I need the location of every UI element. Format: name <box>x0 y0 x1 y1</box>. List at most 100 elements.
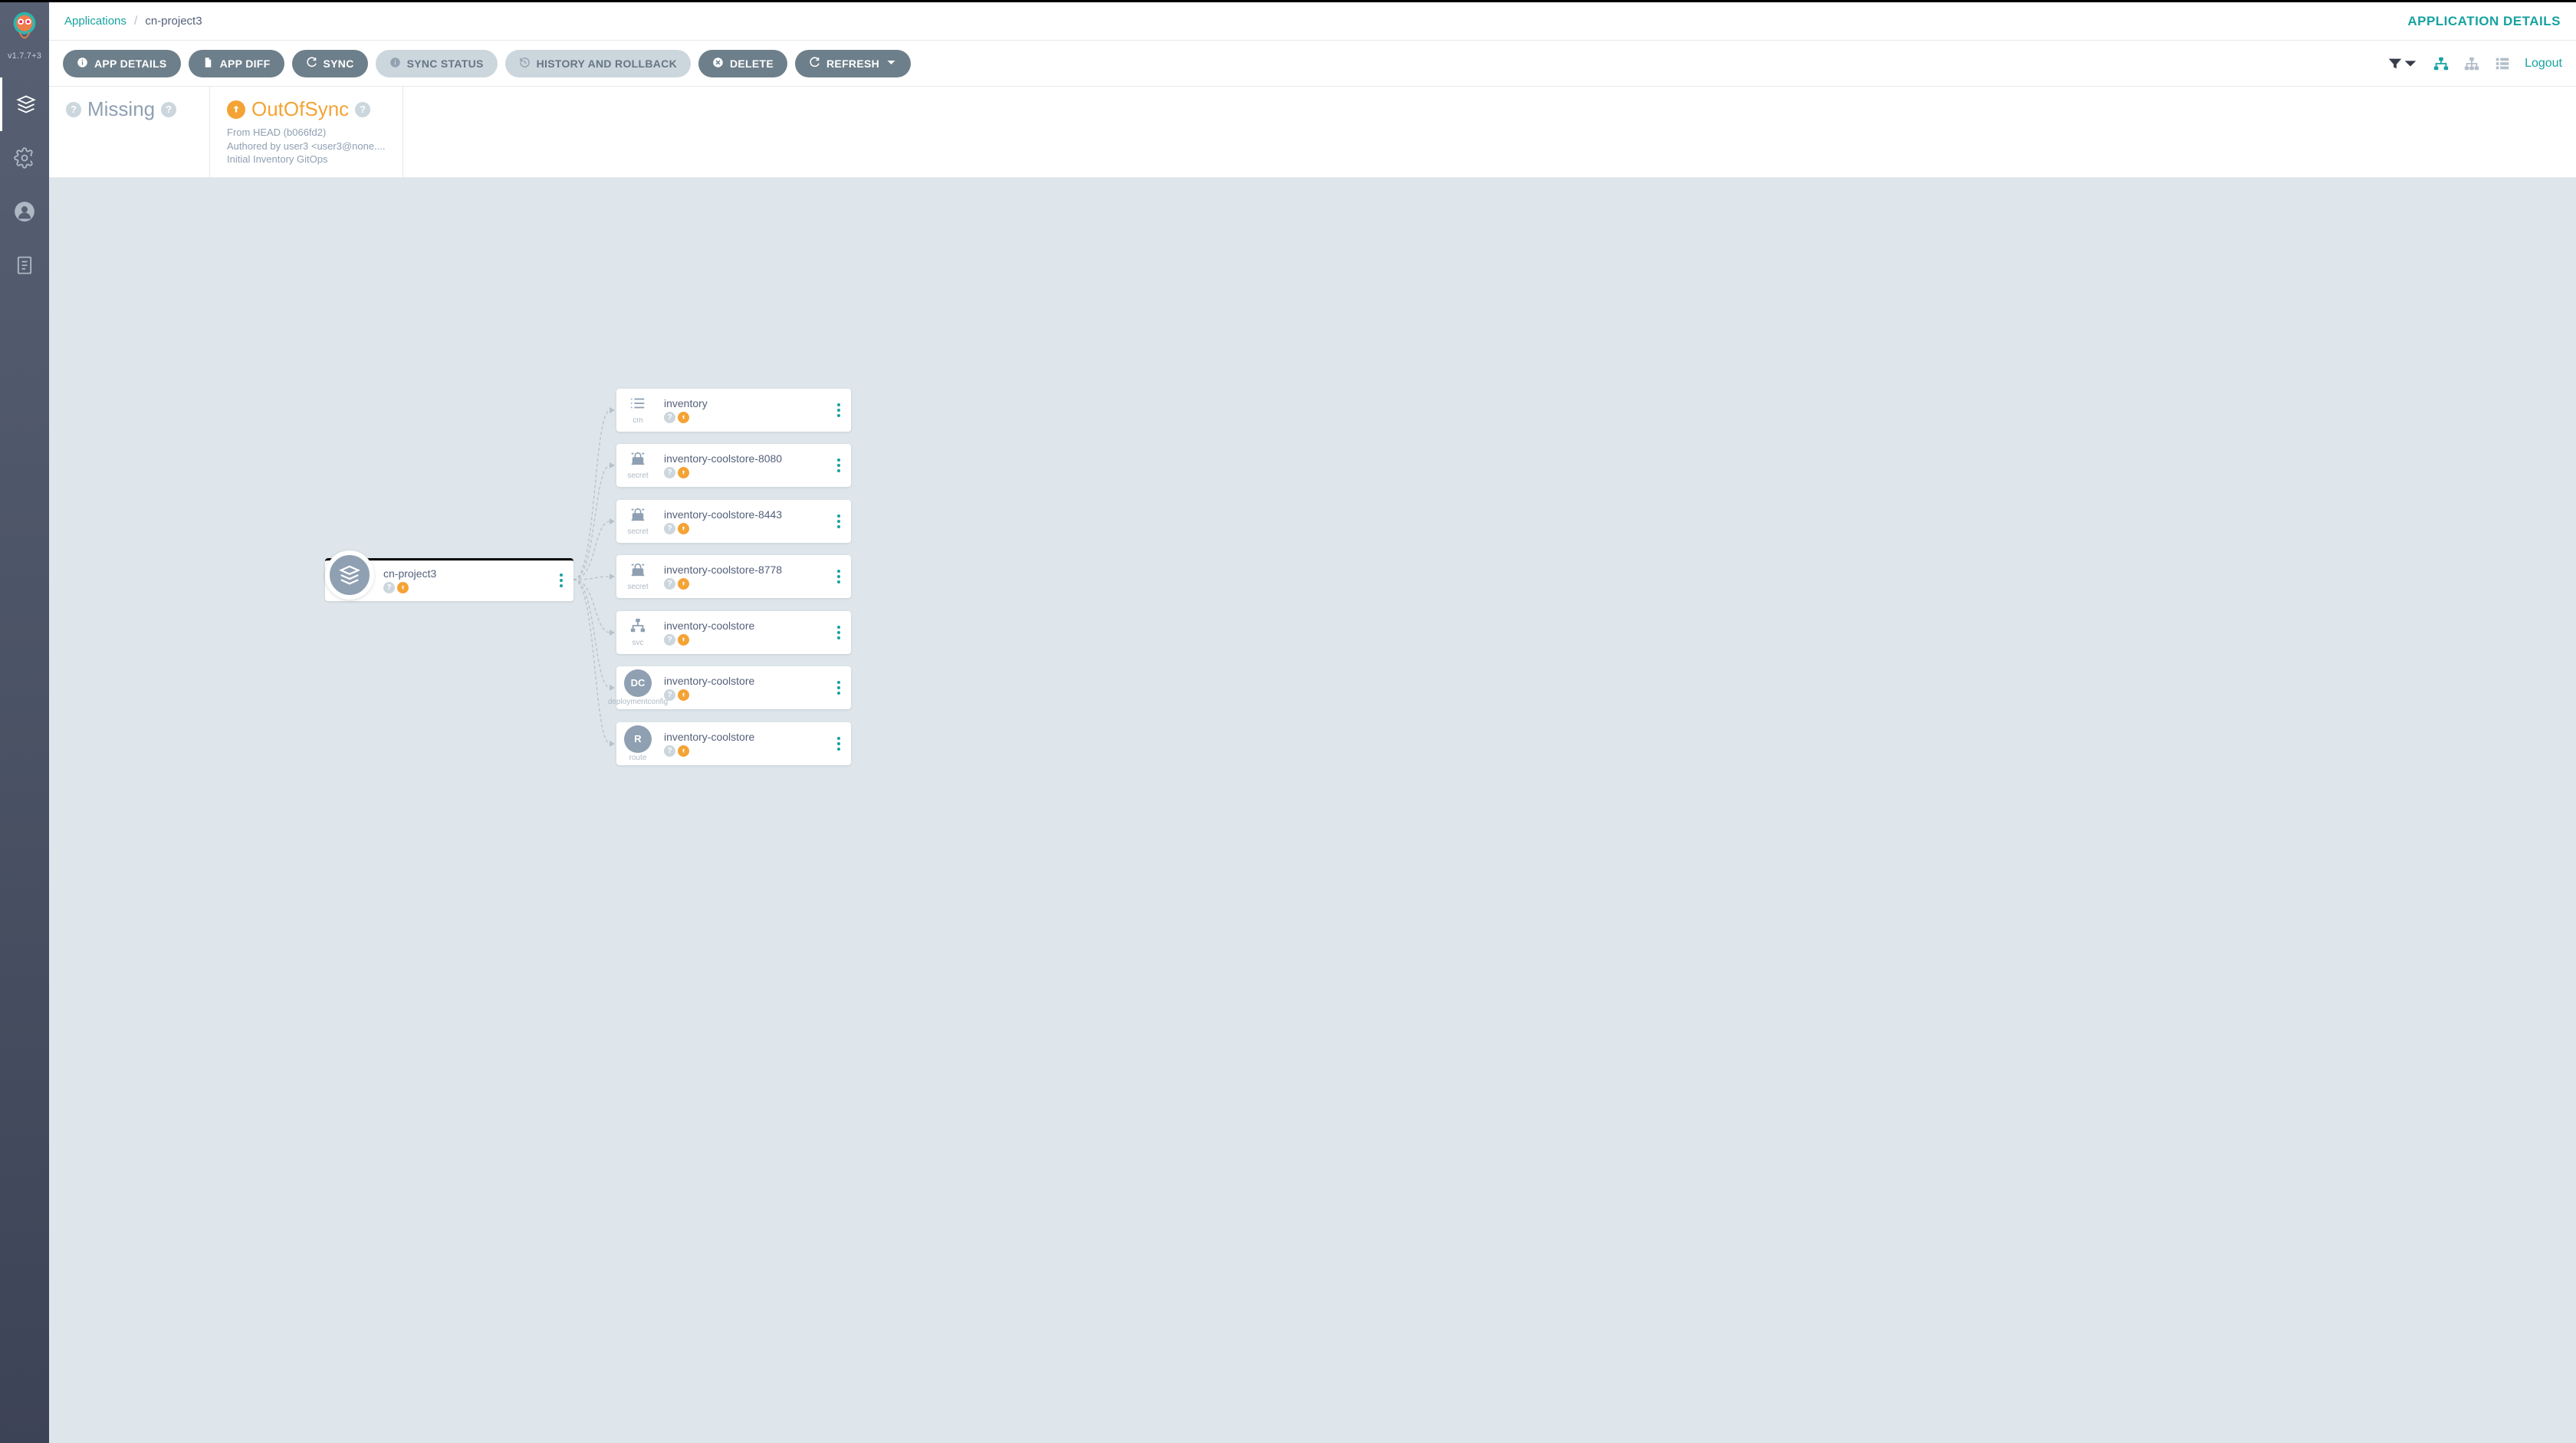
out-of-sync-icon <box>678 523 689 534</box>
sync-status: OutOfSync ? From HEAD (b066fd2) Authored… <box>210 87 403 177</box>
sync-status-label: OutOfSync <box>251 97 349 121</box>
sync-author: Authored by user3 <user3@none.... <box>227 140 386 153</box>
route-icon: R <box>624 725 652 753</box>
view-network-icon[interactable] <box>2463 55 2480 72</box>
unknown-icon: ? <box>383 582 395 593</box>
out-of-sync-icon <box>678 412 689 423</box>
history-label: HISTORY AND ROLLBACK <box>537 58 677 70</box>
nav-user[interactable] <box>0 185 49 238</box>
health-label: Missing <box>87 97 155 121</box>
version-label: v1.7.7+3 <box>8 51 41 61</box>
breadcrumb-sep: / <box>134 15 137 28</box>
refresh-icon <box>809 57 820 71</box>
toolbar: APP DETAILS APP DIFF SYNC SYNC STATUS HI… <box>49 41 2576 87</box>
delete-button[interactable]: DELETE <box>698 50 787 77</box>
sync-icon <box>306 57 317 71</box>
resource-node[interactable]: cm inventory ? <box>616 389 851 432</box>
node-menu[interactable] <box>833 626 851 639</box>
info-icon <box>389 57 401 71</box>
resource-node[interactable]: Rroute inventory-coolstore ? <box>616 722 851 765</box>
node-menu[interactable] <box>833 514 851 528</box>
unknown-icon: ? <box>664 689 675 701</box>
nav-docs[interactable] <box>0 238 49 292</box>
history-button[interactable]: HISTORY AND ROLLBACK <box>505 50 691 77</box>
sync-button[interactable]: SYNC <box>292 50 368 77</box>
page-title: APPLICATION DETAILS <box>2407 14 2561 29</box>
refresh-button[interactable]: REFRESH <box>795 50 911 77</box>
app-details-label: APP DETAILS <box>94 58 167 70</box>
resource-name: inventory-coolstore <box>664 731 828 743</box>
resource-tree[interactable]: cn-project3 ? cm inventory ? secret inve… <box>49 178 2576 1443</box>
nav-applications[interactable] <box>0 77 49 131</box>
node-menu[interactable] <box>833 403 851 417</box>
unknown-icon: ? <box>664 467 675 478</box>
delete-label: DELETE <box>730 58 774 70</box>
secret-icon <box>626 506 649 527</box>
status-bar: ? Missing ? OutOfSync ? From HEAD (b066f… <box>49 87 2576 178</box>
unknown-icon: ? <box>664 412 675 423</box>
resource-name: inventory-coolstore <box>664 620 828 632</box>
resource-node[interactable]: secret inventory-coolstore-8443 ? <box>616 500 851 543</box>
deploymentconfig-icon: DC <box>624 669 652 697</box>
cm-icon <box>626 395 649 416</box>
unknown-icon: ? <box>664 745 675 757</box>
kind-label: secret <box>627 583 648 591</box>
help-icon[interactable]: ? <box>355 102 370 117</box>
unknown-icon: ? <box>664 523 675 534</box>
out-of-sync-icon <box>678 745 689 757</box>
secret-icon <box>626 450 649 471</box>
out-of-sync-icon <box>678 467 689 478</box>
nav-settings[interactable] <box>0 131 49 185</box>
out-of-sync-icon <box>397 582 409 593</box>
unknown-icon: ? <box>664 634 675 646</box>
logout-link[interactable]: Logout <box>2525 57 2562 71</box>
caret-down-icon <box>886 57 897 71</box>
resource-node[interactable]: secret inventory-coolstore-8080 ? <box>616 444 851 487</box>
sync-label: SYNC <box>324 58 354 70</box>
argo-logo <box>7 10 42 45</box>
svc-icon <box>626 617 649 638</box>
resource-name: inventory-coolstore <box>664 675 828 687</box>
node-menu[interactable] <box>555 574 573 587</box>
app-diff-label: APP DIFF <box>220 58 271 70</box>
sync-message: Initial Inventory GitOps <box>227 153 386 166</box>
sync-status-button[interactable]: SYNC STATUS <box>376 50 498 77</box>
file-icon <box>202 57 214 71</box>
view-list-icon[interactable] <box>2494 55 2511 72</box>
node-menu[interactable] <box>833 570 851 583</box>
resource-name: inventory-coolstore-8443 <box>664 508 828 521</box>
unknown-icon: ? <box>66 102 81 117</box>
resource-node[interactable]: DCdeploymentconfig inventory-coolstore ? <box>616 666 851 709</box>
breadcrumb-bar: Applications / cn-project3 APPLICATION D… <box>49 2 2576 41</box>
help-icon[interactable]: ? <box>161 102 176 117</box>
out-of-sync-icon <box>678 634 689 646</box>
filter-icon[interactable] <box>2387 55 2419 72</box>
out-of-sync-icon <box>678 689 689 701</box>
kind-label: route <box>629 754 647 762</box>
out-of-sync-icon <box>227 100 245 119</box>
resource-node[interactable]: svc inventory-coolstore ? <box>616 611 851 654</box>
health-status: ? Missing ? <box>49 87 210 177</box>
kind-label: secret <box>627 472 648 480</box>
app-diff-button[interactable]: APP DIFF <box>189 50 284 77</box>
delete-icon <box>712 57 724 71</box>
kind-label: secret <box>627 528 648 536</box>
view-tree-icon[interactable] <box>2433 55 2450 72</box>
node-menu[interactable] <box>833 681 851 695</box>
resource-name: inventory-coolstore-8080 <box>664 452 828 465</box>
kind-label: cm <box>632 416 642 425</box>
sync-status-label: SYNC STATUS <box>407 58 484 70</box>
app-details-button[interactable]: APP DETAILS <box>63 50 181 77</box>
history-icon <box>519 57 531 71</box>
sync-from: From HEAD (b066fd2) <box>227 126 386 140</box>
resource-node[interactable]: secret inventory-coolstore-8778 ? <box>616 555 851 598</box>
sidebar: v1.7.7+3 <box>0 2 49 1443</box>
main: Applications / cn-project3 APPLICATION D… <box>49 2 2576 1443</box>
kind-label: svc <box>632 639 644 647</box>
resource-name: inventory <box>664 397 828 409</box>
node-menu[interactable] <box>833 459 851 472</box>
app-node-name: cn-project3 <box>383 567 550 580</box>
out-of-sync-icon <box>678 578 689 590</box>
breadcrumb-applications[interactable]: Applications <box>64 15 127 28</box>
node-menu[interactable] <box>833 737 851 751</box>
